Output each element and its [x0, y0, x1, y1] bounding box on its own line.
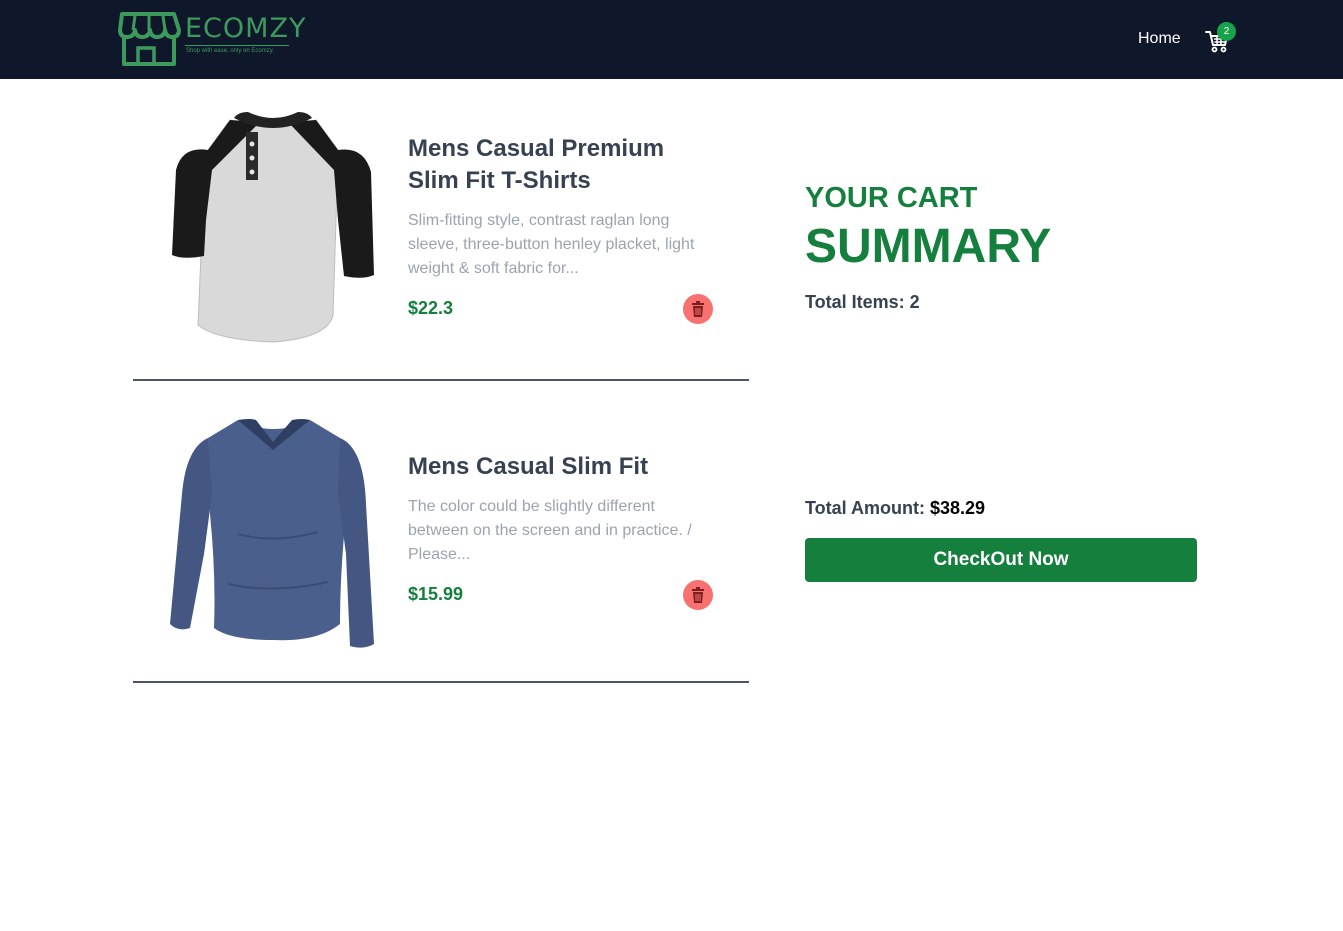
brand-tagline: Shop with ease, only on Ecomzy.	[186, 48, 274, 54]
trash-icon	[692, 301, 704, 317]
total-amount-value: $38.29	[929, 498, 986, 518]
blue-long-sleeve-shirt-image	[170, 419, 374, 648]
brand-logo[interactable]: ECOMZY Shop with ease, only on Ecomzy.	[116, 10, 305, 68]
trash-icon	[692, 587, 704, 603]
product-title: Mens Casual Premium Slim Fit T-Shirts	[408, 135, 665, 194]
checkout-button[interactable]: CheckOut Now	[805, 538, 1197, 582]
product-price: $22.3	[408, 298, 454, 318]
remove-item-button[interactable]	[683, 580, 713, 610]
summary-label: YOUR CART	[805, 182, 978, 214]
product-image	[168, 110, 378, 345]
product-image	[168, 414, 378, 649]
product-title: Mens Casual Slim Fit	[408, 453, 649, 480]
brand-name: ECOMZY	[185, 13, 307, 44]
nav-home-link[interactable]: Home	[1138, 29, 1181, 49]
cart-count-badge: 2	[1217, 22, 1236, 41]
cart-item: Mens Casual Premium Slim Fit T-Shirts Sl…	[133, 98, 749, 381]
storefront-icon	[118, 12, 181, 66]
product-price: $15.99	[408, 584, 464, 604]
item-divider	[133, 681, 749, 683]
navbar: ECOMZY Shop with ease, only on Ecomzy. H…	[0, 0, 1343, 79]
remove-item-button[interactable]	[683, 294, 713, 324]
total-items: Total Items: 2	[805, 292, 920, 312]
raglan-henley-shirt-image	[172, 112, 374, 343]
cart-item: Mens Casual Slim Fit The color could be …	[133, 402, 749, 683]
total-amount: Total Amount: $38.29	[805, 497, 985, 519]
item-divider	[133, 379, 749, 381]
product-description: Slim-fitting style, contrast raglan long…	[408, 212, 695, 277]
product-description: The color could be slightly different be…	[408, 498, 692, 563]
brand-underline	[185, 45, 289, 46]
summary-title: SUMMARY	[805, 220, 1052, 273]
total-amount-label: Total Amount:	[805, 498, 930, 518]
